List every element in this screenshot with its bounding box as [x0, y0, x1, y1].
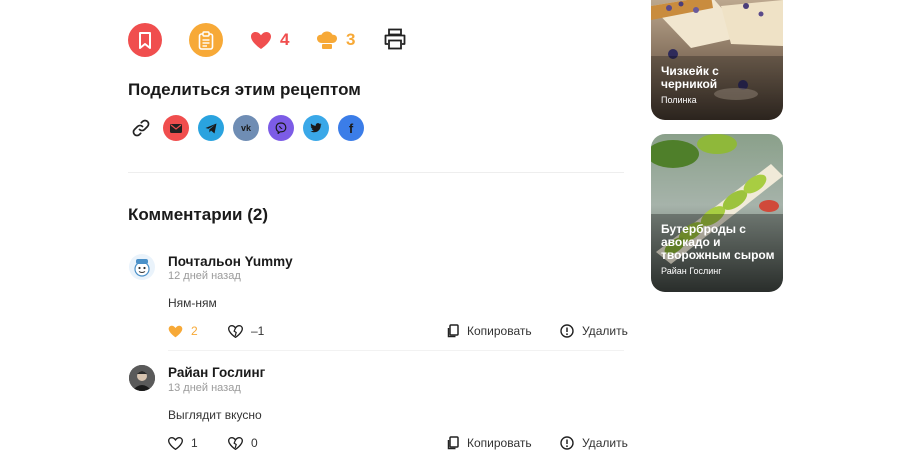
comment-like-button[interactable]: 2	[168, 324, 198, 338]
alert-icon	[560, 324, 574, 338]
comment-like-button[interactable]: 1	[168, 436, 198, 450]
dislike-count: –1	[251, 324, 265, 338]
printer-icon	[384, 28, 406, 50]
print-button[interactable]	[383, 28, 407, 50]
alert-icon	[560, 436, 574, 450]
copy-comment-button[interactable]: Копировать	[446, 324, 532, 338]
comment-author[interactable]: Почтальон Yummy	[168, 254, 293, 269]
link-icon	[132, 119, 150, 137]
bookmark-icon	[139, 31, 151, 49]
twitter-icon	[310, 123, 322, 133]
chef-count: 3	[346, 30, 356, 49]
avatar	[129, 254, 155, 280]
comment-dislike-button[interactable]: –1	[228, 324, 264, 338]
like-count: 1	[191, 436, 198, 450]
share-mail-button[interactable]	[163, 115, 189, 141]
recipe-card[interactable]: Бутерброды с авокадо и творожным сыром Р…	[651, 134, 783, 292]
heart-icon	[168, 325, 183, 337]
section-divider	[128, 172, 624, 173]
broken-heart-icon	[228, 436, 243, 450]
clipboard-icon	[198, 30, 214, 50]
share-facebook-button[interactable]: f	[338, 115, 364, 141]
avatar	[129, 365, 155, 391]
shopping-list-button[interactable]	[189, 23, 223, 57]
likes-stat[interactable]: 4	[250, 30, 289, 50]
comment-date: 12 дней назад	[168, 270, 241, 282]
comment-text: Ням-ням	[168, 296, 217, 310]
comment-dislike-button[interactable]: 0	[228, 436, 258, 450]
heart-icon	[251, 31, 271, 49]
copy-icon	[447, 324, 459, 338]
recipe-author: Райан Гослинг	[661, 266, 722, 276]
recipe-title: Бутерброды с авокадо и творожным сыром	[661, 222, 775, 262]
like-count: 2	[191, 324, 198, 338]
recipe-author: Полинка	[661, 95, 697, 105]
delete-label: Удалить	[582, 324, 628, 338]
share-vk-button[interactable]: vk	[233, 115, 259, 141]
copy-link-button[interactable]	[131, 119, 151, 137]
copy-label: Копировать	[467, 436, 532, 450]
broken-heart-icon	[228, 324, 243, 338]
recipe-card[interactable]: Чизкейк с черникой Полинка	[651, 0, 783, 120]
person-avatar-icon	[129, 365, 155, 391]
postman-avatar-icon	[134, 259, 150, 277]
copy-icon	[447, 436, 459, 450]
delete-comment-button[interactable]: Удалить	[560, 324, 628, 338]
chef-stat[interactable]: 3	[316, 30, 355, 50]
delete-label: Удалить	[582, 436, 628, 450]
dislike-count: 0	[251, 436, 258, 450]
heart-outline-icon	[168, 436, 183, 450]
facebook-icon: f	[348, 120, 354, 136]
comment-date: 13 дней назад	[168, 382, 241, 394]
comments-title: Комментарии (2)	[128, 205, 268, 224]
comment-text: Выглядит вкусно	[168, 408, 262, 422]
copy-comment-button[interactable]: Копировать	[446, 436, 532, 450]
mail-icon	[170, 123, 182, 133]
recipe-title: Чизкейк с черникой	[661, 64, 719, 91]
comment-author[interactable]: Райан Гослинг	[168, 365, 265, 380]
share-viber-button[interactable]	[268, 115, 294, 141]
comment-divider	[168, 350, 624, 351]
delete-comment-button[interactable]: Удалить	[560, 436, 628, 450]
telegram-icon	[205, 123, 217, 133]
likes-count: 4	[280, 30, 290, 49]
viber-icon	[275, 122, 287, 134]
chef-hat-icon	[317, 31, 337, 49]
vk-icon: vk	[240, 123, 251, 133]
bookmark-button[interactable]	[128, 23, 162, 57]
share-title: Поделиться этим рецептом	[128, 80, 361, 99]
copy-label: Копировать	[467, 324, 532, 338]
share-telegram-button[interactable]	[198, 115, 224, 141]
share-twitter-button[interactable]	[303, 115, 329, 141]
